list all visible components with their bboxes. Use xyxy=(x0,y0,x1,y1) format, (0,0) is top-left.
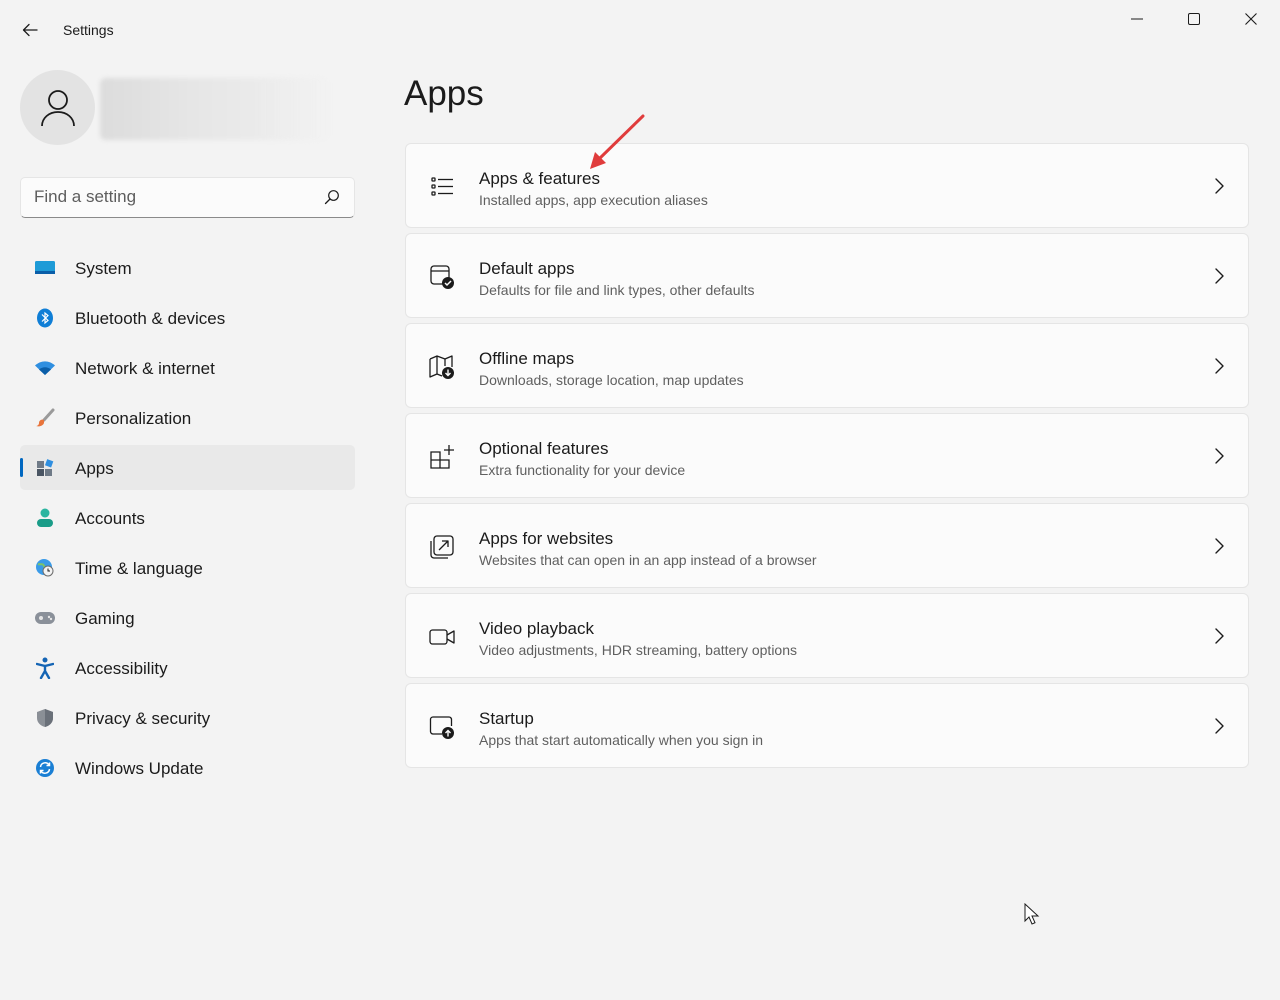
card-title: Default apps xyxy=(479,259,575,278)
card-video-playback[interactable]: Video playback Video adjustments, HDR st… xyxy=(405,593,1249,678)
back-button[interactable] xyxy=(16,16,44,44)
list-icon xyxy=(431,177,453,196)
grid-add-icon xyxy=(430,445,454,469)
maximize-icon xyxy=(1187,13,1200,25)
card-title: Apps & features xyxy=(479,169,600,188)
title-bar: Settings xyxy=(0,0,1280,48)
sidebar-item-label: System xyxy=(75,259,132,278)
chevron-right-icon xyxy=(1215,448,1224,464)
sidebar-item-label: Gaming xyxy=(75,609,135,628)
accessibility-icon xyxy=(34,657,56,679)
mouse-cursor-icon xyxy=(1024,903,1040,925)
sidebar-nav: System Bluetooth & devices Network & int… xyxy=(20,245,355,795)
card-offline-maps[interactable]: Offline maps Downloads, storage location… xyxy=(405,323,1249,408)
sidebar-item-time-language[interactable]: Time & language xyxy=(20,545,355,590)
chevron-right-icon xyxy=(1215,628,1224,644)
startup-icon xyxy=(429,716,454,739)
sidebar-item-accounts[interactable]: Accounts xyxy=(20,495,355,540)
settings-card-list: Apps & features Installed apps, app exec… xyxy=(405,143,1249,773)
chevron-right-icon xyxy=(1215,538,1224,554)
open-in-app-icon xyxy=(430,535,454,559)
sidebar-item-label: Time & language xyxy=(75,559,203,578)
sidebar-item-label: Accounts xyxy=(75,509,145,528)
card-title: Optional features xyxy=(479,439,609,458)
sidebar-item-network[interactable]: Network & internet xyxy=(20,345,355,390)
card-subtitle: Video adjustments, HDR streaming, batter… xyxy=(479,642,798,658)
app-title: Settings xyxy=(63,22,114,38)
sidebar-item-gaming[interactable]: Gaming xyxy=(20,595,355,640)
sidebar-item-apps[interactable]: Apps xyxy=(20,445,355,490)
card-title: Video playback xyxy=(479,619,594,638)
default-apps-icon xyxy=(430,265,454,289)
globe-clock-icon xyxy=(34,558,56,578)
card-apps-for-websites[interactable]: Apps for websites Websites that can open… xyxy=(405,503,1249,588)
card-subtitle: Installed apps, app execution aliases xyxy=(479,192,708,208)
card-startup[interactable]: Startup Apps that start automatically wh… xyxy=(405,683,1249,768)
video-icon xyxy=(429,629,455,645)
person-icon xyxy=(34,508,56,528)
gamepad-icon xyxy=(34,608,56,628)
bluetooth-icon xyxy=(34,308,56,328)
card-title: Startup xyxy=(479,709,534,728)
sidebar-item-label: Privacy & security xyxy=(75,709,211,728)
chevron-right-icon xyxy=(1215,718,1224,734)
shield-icon xyxy=(34,708,56,728)
back-arrow-icon xyxy=(22,23,38,37)
maximize-button[interactable] xyxy=(1165,0,1222,38)
person-icon xyxy=(40,89,75,126)
sidebar-item-label: Bluetooth & devices xyxy=(75,309,226,328)
card-subtitle: Apps that start automatically when you s… xyxy=(479,732,764,748)
sidebar-item-label: Windows Update xyxy=(75,759,204,778)
card-subtitle: Downloads, storage location, map updates xyxy=(479,372,744,388)
paintbrush-icon xyxy=(34,408,56,428)
search-icon[interactable] xyxy=(324,189,340,205)
sidebar-item-label: Network & internet xyxy=(75,359,215,378)
minimize-button[interactable] xyxy=(1108,0,1165,38)
system-icon xyxy=(34,258,56,278)
sidebar-item-label: Personalization xyxy=(75,409,192,428)
chevron-right-icon xyxy=(1215,178,1224,194)
close-icon xyxy=(1244,13,1257,25)
update-icon xyxy=(34,758,56,778)
sidebar-item-privacy[interactable]: Privacy & security xyxy=(20,695,355,740)
chevron-right-icon xyxy=(1215,358,1224,374)
card-apps-features[interactable]: Apps & features Installed apps, app exec… xyxy=(405,143,1249,228)
card-subtitle: Defaults for file and link types, other … xyxy=(479,282,755,298)
user-name-redacted xyxy=(100,78,330,140)
card-title: Offline maps xyxy=(479,349,575,368)
minimize-icon xyxy=(1130,18,1143,20)
sidebar-item-windows-update[interactable]: Windows Update xyxy=(20,745,355,790)
sidebar-item-bluetooth[interactable]: Bluetooth & devices xyxy=(20,295,355,340)
card-optional-features[interactable]: Optional features Extra functionality fo… xyxy=(405,413,1249,498)
card-default-apps[interactable]: Default apps Defaults for file and link … xyxy=(405,233,1249,318)
page-title: Apps xyxy=(404,74,484,113)
card-subtitle: Extra functionality for your device xyxy=(479,462,686,478)
sidebar-item-accessibility[interactable]: Accessibility xyxy=(20,645,355,690)
card-subtitle: Websites that can open in an app instead… xyxy=(479,552,817,568)
chevron-right-icon xyxy=(1215,268,1224,284)
sidebar-item-label: Apps xyxy=(75,459,114,478)
sidebar-item-system[interactable]: System xyxy=(20,245,355,290)
sidebar-item-personalization[interactable]: Personalization xyxy=(20,395,355,440)
search-input[interactable] xyxy=(21,178,321,216)
sidebar-item-label: Accessibility xyxy=(75,659,168,678)
close-button[interactable] xyxy=(1222,0,1279,38)
apps-icon xyxy=(34,458,56,478)
card-title: Apps for websites xyxy=(479,529,614,548)
map-download-icon xyxy=(429,355,454,379)
avatar[interactable] xyxy=(20,70,95,145)
wifi-icon xyxy=(34,358,56,378)
search-box[interactable] xyxy=(20,177,355,218)
